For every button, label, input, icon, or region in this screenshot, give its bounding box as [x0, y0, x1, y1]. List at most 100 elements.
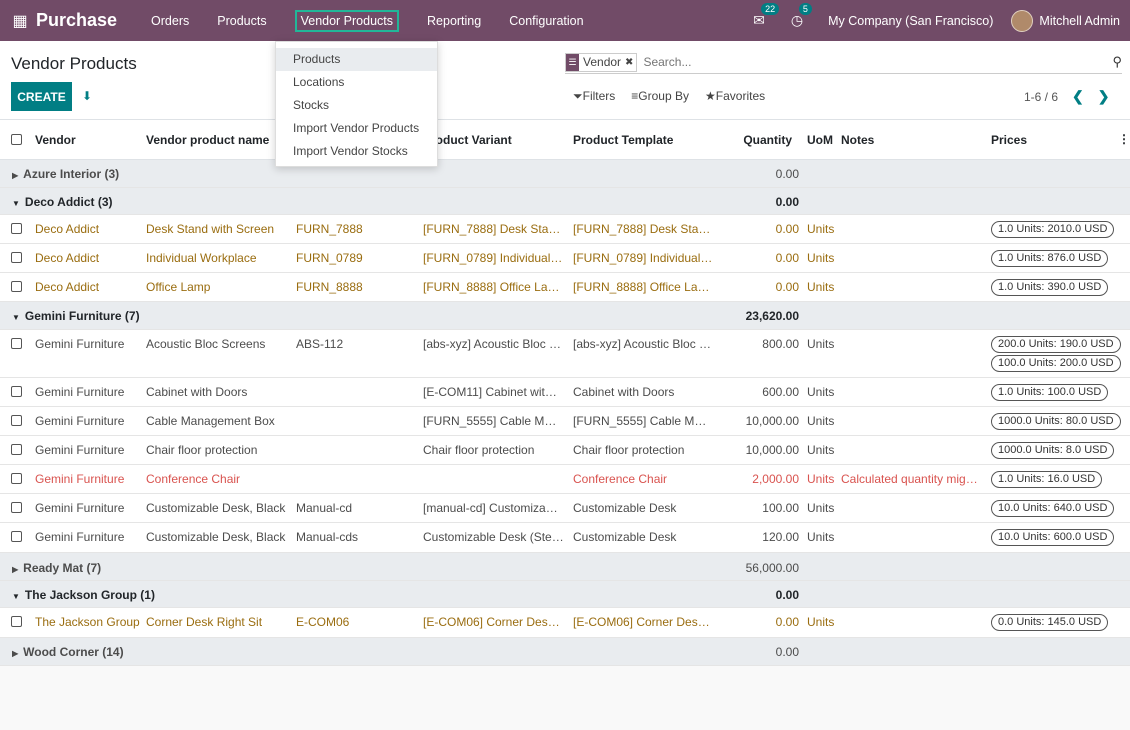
group-row-wood-corner[interactable]: ▶ Wood Corner (14) 0.00	[0, 638, 1130, 666]
user-menu[interactable]: Mitchell Admin	[1011, 9, 1120, 32]
col-quantity[interactable]: Quantity	[700, 133, 792, 147]
dropdown-item-stocks[interactable]: Stocks	[276, 94, 437, 117]
chevron-left-icon[interactable]: ❮	[1072, 88, 1084, 105]
chat-icon[interactable]: ✉ 22	[753, 3, 780, 29]
dropdown-item-locations[interactable]: Locations	[276, 71, 437, 94]
menu-orders[interactable]: Orders	[137, 0, 203, 41]
row-checkbox[interactable]	[11, 338, 22, 349]
group-row-gemini[interactable]: ▼ Gemini Furniture (7) 23,620.00	[0, 302, 1130, 330]
group-row-azure[interactable]: ▶ Azure Interior (3) 0.00	[0, 160, 1130, 188]
price-tag: 1000.0 Units: 80.0 USD	[991, 413, 1121, 430]
menu-configuration[interactable]: Configuration	[495, 0, 597, 41]
table-row[interactable]: Gemini Furniture Cable Management Box [F…	[0, 407, 1130, 436]
table-row[interactable]: Gemini Furniture Conference Chair Confer…	[0, 465, 1130, 494]
table-row[interactable]: Gemini Furniture Chair floor protection …	[0, 436, 1130, 465]
group-row-ready-mat[interactable]: ▶ Ready Mat (7) 56,000.00	[0, 553, 1130, 581]
cell-vendor: Gemini Furniture	[35, 337, 125, 351]
cell-qty: 10,000.00	[745, 414, 799, 428]
cell-variant: [abs-xyz] Acoustic Bloc Screens	[423, 337, 563, 351]
menu-reporting[interactable]: Reporting	[413, 0, 495, 41]
create-button[interactable]: CREATE	[11, 82, 72, 111]
cell-vendor: Deco Addict	[35, 251, 100, 265]
cell-uom: Units	[807, 251, 835, 265]
group-label: The Jackson Group (1)	[24, 588, 155, 602]
vendor-products-dropdown: Products Locations Stocks Import Vendor …	[275, 41, 438, 167]
favorites-button[interactable]: ★Favorites	[705, 89, 765, 104]
search-icon[interactable]: ⚲	[1112, 54, 1122, 70]
dropdown-item-import-vendor-products[interactable]: Import Vendor Products	[276, 116, 437, 139]
cell-template: [FURN_8888] Office Lamp	[573, 280, 713, 294]
cell-qty: 0.00	[775, 222, 799, 236]
group-label: Ready Mat (7)	[23, 561, 102, 575]
price-tag: 200.0 Units: 190.0 USD	[991, 336, 1121, 353]
menu-products[interactable]: Products	[203, 0, 280, 41]
row-checkbox[interactable]	[11, 252, 22, 263]
filters-button[interactable]: ⏷Filters	[573, 89, 615, 104]
table-row[interactable]: Deco Addict Desk Stand with Screen FURN_…	[0, 215, 1130, 244]
table-row[interactable]: Deco Addict Office Lamp FURN_8888 [FURN_…	[0, 273, 1130, 302]
price-tag: 1000.0 Units: 8.0 USD	[991, 442, 1115, 459]
group-qty: 56,000.00	[745, 561, 799, 575]
list-header: Vendor Vendor product name Product Varia…	[0, 120, 1130, 160]
caret-down-icon: ▼	[12, 592, 20, 601]
cell-name: Cabinet with Doors	[146, 385, 248, 399]
table-row[interactable]: Gemini Furniture Customizable Desk, Blac…	[0, 523, 1130, 553]
cell-vendor: The Jackson Group	[35, 615, 140, 629]
optional-columns-icon[interactable]: ⋮	[1118, 132, 1130, 146]
search-input[interactable]	[641, 54, 1062, 70]
price-tag: 100.0 Units: 200.0 USD	[991, 355, 1121, 372]
col-vendor-product-name[interactable]: Vendor product name	[146, 133, 269, 147]
facet-remove-icon[interactable]: ✖	[625, 57, 636, 68]
cell-template: Cabinet with Doors	[573, 385, 675, 399]
table-row[interactable]: Gemini Furniture Cabinet with Doors [E-C…	[0, 378, 1130, 407]
row-checkbox[interactable]	[11, 415, 22, 426]
row-checkbox[interactable]	[11, 386, 22, 397]
group-qty: 0.00	[775, 167, 799, 181]
caret-down-icon: ▼	[12, 313, 20, 322]
groupby-button[interactable]: ≡Group By	[631, 89, 689, 104]
row-checkbox[interactable]	[11, 502, 22, 513]
dropdown-item-import-vendor-stocks[interactable]: Import Vendor Stocks	[276, 139, 437, 162]
group-row-deco[interactable]: ▼ Deco Addict (3) 0.00	[0, 188, 1130, 215]
table-row[interactable]: Deco Addict Individual Workplace FURN_07…	[0, 244, 1130, 273]
cell-code: E-COM06	[296, 615, 350, 629]
col-uom[interactable]: UoM	[807, 133, 833, 147]
col-product-variant[interactable]: Product Variant	[423, 133, 563, 147]
table-row[interactable]: Gemini Furniture Acoustic Bloc Screens A…	[0, 330, 1130, 378]
control-panel: Vendor Products CREATE ⬇ ☰ Vendor ✖ ⚲ ⏷F…	[0, 41, 1130, 120]
apps-menu-icon[interactable]: ▦	[0, 11, 36, 31]
table-row[interactable]: The Jackson Group Corner Desk Right Sit …	[0, 608, 1130, 638]
company-switcher[interactable]: My Company (San Francisco)	[828, 14, 993, 28]
pager-value[interactable]: 1-6 / 6	[1024, 90, 1058, 104]
user-name: Mitchell Admin	[1039, 13, 1120, 28]
row-checkbox[interactable]	[11, 223, 22, 234]
main-menu: Orders Products Vendor Products Reportin…	[137, 0, 598, 41]
group-label: Deco Addict (3)	[24, 195, 113, 209]
cell-name: Individual Workplace	[146, 251, 257, 265]
cell-name: Desk Stand with Screen	[146, 222, 275, 236]
group-row-jackson[interactable]: ▼ The Jackson Group (1) 0.00	[0, 581, 1130, 608]
download-icon[interactable]: ⬇	[82, 89, 92, 103]
chevron-right-icon[interactable]: ❯	[1098, 88, 1110, 105]
cell-name: Acoustic Bloc Screens	[146, 337, 266, 351]
row-checkbox[interactable]	[11, 281, 22, 292]
row-checkbox[interactable]	[11, 616, 22, 627]
dropdown-item-products[interactable]: Products	[276, 48, 437, 71]
group-qty: 0.00	[775, 195, 799, 209]
activity-icon[interactable]: ◷ 5	[791, 3, 812, 29]
table-row[interactable]: Gemini Furniture Customizable Desk, Blac…	[0, 494, 1130, 523]
col-prices[interactable]: Prices	[991, 133, 1027, 147]
col-product-template[interactable]: Product Template	[573, 133, 673, 147]
menu-vendor-products[interactable]: Vendor Products	[281, 0, 413, 41]
group-qty: 23,620.00	[745, 309, 799, 323]
cell-uom: Units	[807, 414, 835, 428]
price-tag: 1.0 Units: 16.0 USD	[991, 471, 1103, 488]
select-all-checkbox[interactable]	[11, 134, 22, 145]
row-checkbox[interactable]	[11, 473, 22, 484]
row-checkbox[interactable]	[11, 531, 22, 542]
app-brand[interactable]: Purchase	[36, 10, 117, 31]
col-vendor[interactable]: Vendor	[35, 133, 76, 147]
cell-name: Office Lamp	[146, 280, 211, 294]
row-checkbox[interactable]	[11, 444, 22, 455]
col-notes[interactable]: Notes	[841, 133, 874, 147]
